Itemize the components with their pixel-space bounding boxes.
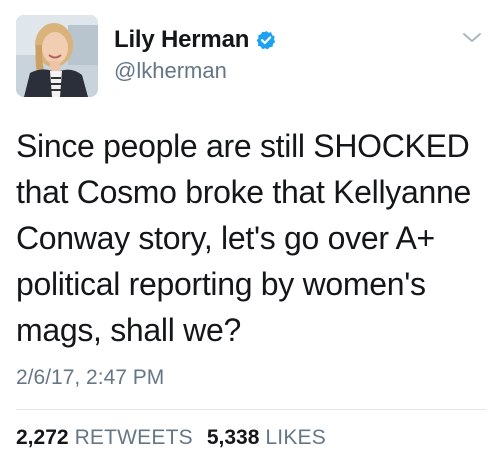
author-handle[interactable]: @lkherman [114, 58, 227, 84]
avatar[interactable] [16, 15, 98, 97]
verified-badge-icon [256, 30, 276, 50]
avatar-photo [16, 15, 98, 97]
retweets-count: 2,272 [16, 426, 69, 449]
retweets-stat[interactable]: 2,272 RETWEETS [16, 426, 193, 450]
likes-label: LIKES [265, 426, 326, 449]
tweet-card: Lily Herman @lkherman Since people are s… [0, 0, 500, 464]
author-name-row[interactable]: Lily Herman [114, 26, 276, 54]
tweet-timestamp[interactable]: 2/6/17, 2:47 PM [16, 366, 164, 390]
chevron-down-icon[interactable] [458, 28, 486, 48]
tweet-stats: 2,272 RETWEETS 5,338 LIKES [16, 426, 340, 450]
tweet-text: Since people are still SHOCKED that Cosm… [16, 128, 471, 348]
divider [16, 409, 486, 410]
likes-stat[interactable]: 5,338 LIKES [207, 426, 326, 450]
display-name[interactable]: Lily Herman [114, 26, 249, 54]
retweets-label: RETWEETS [74, 426, 193, 449]
likes-count: 5,338 [206, 426, 260, 449]
